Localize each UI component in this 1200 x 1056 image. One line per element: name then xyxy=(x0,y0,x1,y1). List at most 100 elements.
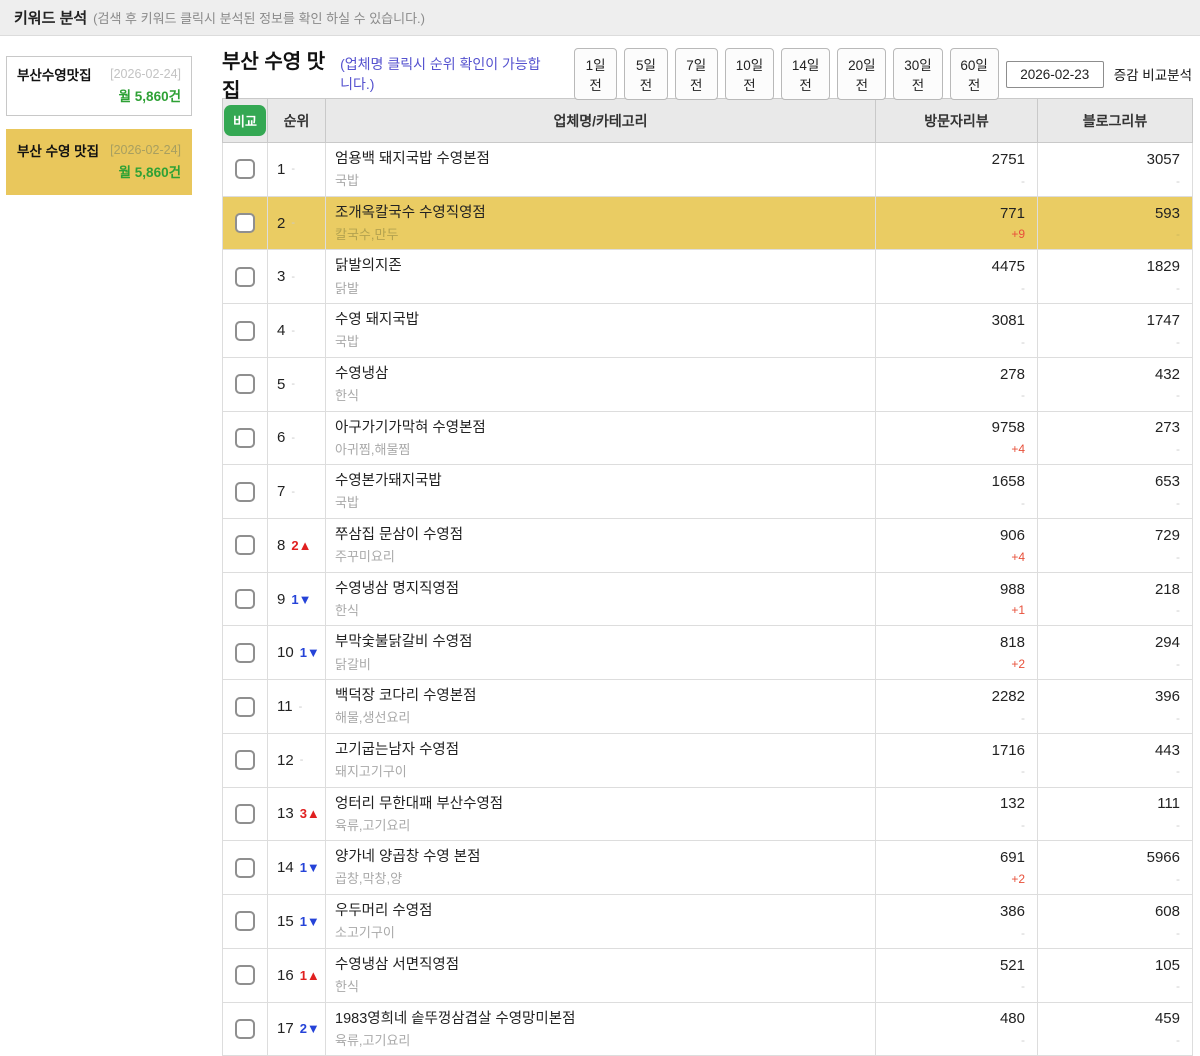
row-compare-checkbox[interactable] xyxy=(235,267,255,287)
rank-nochange-indicator: - xyxy=(291,432,295,444)
business-name-link[interactable]: 엄용백 돼지국밥 수영본점 xyxy=(335,150,875,168)
period-button-30day[interactable]: 30일전 xyxy=(893,48,942,100)
rank-number: 7 xyxy=(277,483,285,500)
business-name-link[interactable]: 양가네 양곱창 수영 본점 xyxy=(335,848,875,866)
blog-review: 111- xyxy=(1038,788,1192,839)
business-name-link[interactable]: 수영냉삼 xyxy=(335,365,875,383)
business-category: 국밥 xyxy=(335,495,875,511)
row-compare-checkbox[interactable] xyxy=(235,589,255,609)
keyword-meta: [2026-02-24] 월 5,860건 xyxy=(110,143,181,181)
period-button-1day[interactable]: 1일전 xyxy=(574,48,617,100)
visitor-review-count: 521 xyxy=(876,957,1025,976)
blog-review-cell: 273- xyxy=(1038,411,1193,465)
period-button-7day[interactable]: 7일전 xyxy=(675,48,718,100)
blog-review-change: - xyxy=(1038,388,1180,402)
row-compare-checkbox[interactable] xyxy=(235,1019,255,1039)
business-name-link[interactable]: 수영 돼지국밥 xyxy=(335,311,875,329)
rank-wrap: 133▲ xyxy=(268,805,325,822)
period-button-60day[interactable]: 60일전 xyxy=(950,48,999,100)
blog-review-change: - xyxy=(1038,174,1180,188)
row-compare-checkbox[interactable] xyxy=(235,428,255,448)
business-name-link[interactable]: 엉터리 무한대패 부산수영점 xyxy=(335,795,875,813)
business-category: 닭발 xyxy=(335,281,875,297)
blog-review-count: 1747 xyxy=(1038,312,1180,331)
business-category: 돼지고기구이 xyxy=(335,764,875,780)
business-name-link[interactable]: 닭발의지존 xyxy=(335,257,875,275)
row-compare-checkbox[interactable] xyxy=(235,697,255,717)
table-row: 2-조개옥칼국수 수영직영점칼국수,만두771+9593- xyxy=(223,196,1193,250)
compare-date-input[interactable] xyxy=(1006,61,1104,88)
row-compare-checkbox[interactable] xyxy=(235,535,255,555)
row-compare-checkbox[interactable] xyxy=(235,374,255,394)
period-button-10day[interactable]: 10일전 xyxy=(725,48,774,100)
business-name-link[interactable]: 수영냉삼 서면직영점 xyxy=(335,956,875,974)
keyword-card-busan-suyeong-matjib-active[interactable]: 부산 수영 맛집 [2026-02-24] 월 5,860건 xyxy=(6,129,192,195)
keyword-date: [2026-02-24] xyxy=(110,143,181,157)
visitor-review-change: - xyxy=(876,926,1025,940)
business-name-link[interactable]: 1983영희네 솥뚜껑삼겹살 수영망미본점 xyxy=(335,1010,875,1028)
change-compare-analysis-label[interactable]: 증감 비교분석 xyxy=(1114,64,1192,84)
blog-review-cell: 459- xyxy=(1038,1002,1193,1056)
compare-button[interactable]: 비교 xyxy=(224,105,266,136)
business-category: 주꾸미요리 xyxy=(335,549,875,565)
row-compare-checkbox[interactable] xyxy=(235,750,255,770)
blog-review-change: - xyxy=(1038,764,1180,778)
business-name-link[interactable]: 수영냉삼 명지직영점 xyxy=(335,580,875,598)
rank-cell: 7- xyxy=(268,465,326,519)
blog-review-count: 459 xyxy=(1038,1010,1180,1029)
row-compare-checkbox[interactable] xyxy=(235,965,255,985)
rank-wrap: 2- xyxy=(268,215,325,232)
blog-review-cell: 608- xyxy=(1038,895,1193,949)
visitor-review-change: - xyxy=(876,818,1025,832)
visitor-review-cell: 771+9 xyxy=(876,196,1038,250)
blog-review-count: 443 xyxy=(1038,742,1180,761)
visitor-review-count: 3081 xyxy=(876,312,1025,331)
table-row: 3-닭발의지존닭발4475-1829- xyxy=(223,250,1193,304)
rank-number: 11 xyxy=(277,698,293,715)
blog-review: 432- xyxy=(1038,359,1192,410)
business-name-link[interactable]: 고기굽는남자 수영점 xyxy=(335,741,875,759)
header-business-name: 업체명/카테고리 xyxy=(326,99,876,143)
business-cell: 고기굽는남자 수영점돼지고기구이 xyxy=(326,733,876,787)
visitor-review-count: 771 xyxy=(876,205,1025,224)
business-category: 한식 xyxy=(335,979,875,995)
row-compare-checkbox[interactable] xyxy=(235,213,255,233)
business-cell: 엄용백 돼지국밥 수영본점국밥 xyxy=(326,143,876,197)
row-compare-checkbox[interactable] xyxy=(235,804,255,824)
row-compare-checkbox[interactable] xyxy=(235,482,255,502)
visitor-review-count: 818 xyxy=(876,634,1025,653)
business-name-link[interactable]: 아구가기가막혀 수영본점 xyxy=(335,419,875,437)
keyword-card-busansuyeongmatjib[interactable]: 부산수영맛집 [2026-02-24] 월 5,860건 xyxy=(6,56,192,116)
rank-up-indicator: 3▲ xyxy=(300,806,320,821)
row-compare-checkbox[interactable] xyxy=(235,159,255,179)
visitor-review-change: - xyxy=(876,711,1025,725)
visitor-review-cell: 132- xyxy=(876,787,1038,841)
visitor-review-change: - xyxy=(876,388,1025,402)
row-compare-checkbox[interactable] xyxy=(235,858,255,878)
business-name-link[interactable]: 조개옥칼국수 수영직영점 xyxy=(335,204,875,222)
table-row: 7-수영본가돼지국밥국밥1658-653- xyxy=(223,465,1193,519)
business-info: 백덕장 코다리 수영본점해물,생선요리 xyxy=(326,680,875,733)
row-compare-checkbox[interactable] xyxy=(235,911,255,931)
business-info: 수영본가돼지국밥국밥 xyxy=(326,465,875,518)
compare-cell xyxy=(223,143,268,197)
period-button-14day[interactable]: 14일전 xyxy=(781,48,830,100)
business-category: 육류,고기요리 xyxy=(335,818,875,834)
row-compare-checkbox[interactable] xyxy=(235,643,255,663)
business-name-link[interactable]: 우두머리 수영점 xyxy=(335,902,875,920)
topbar-subtitle: (검색 후 키워드 클릭시 분석된 정보를 확인 하실 수 있습니다.) xyxy=(93,8,425,27)
blog-review: 443 - xyxy=(1038,735,1192,786)
row-compare-checkbox[interactable] xyxy=(235,321,255,341)
rank-number: 5 xyxy=(277,376,285,393)
period-button-20day[interactable]: 20일전 xyxy=(837,48,886,100)
business-name-link[interactable]: 수영본가돼지국밥 xyxy=(335,472,875,490)
business-name-link[interactable]: 쭈삼집 문삼이 수영점 xyxy=(335,526,875,544)
visitor-review: 480- xyxy=(876,1003,1037,1054)
visitor-review-change: +4 xyxy=(876,550,1025,564)
blog-review-count: 653 xyxy=(1038,473,1180,492)
rank-cell: 91▼ xyxy=(268,572,326,626)
period-button-5day[interactable]: 5일전 xyxy=(624,48,667,100)
business-name-link[interactable]: 부막숯불닭갈비 수영점 xyxy=(335,633,875,651)
compare-cell xyxy=(223,465,268,519)
business-name-link[interactable]: 백덕장 코다리 수영본점 xyxy=(335,687,875,705)
